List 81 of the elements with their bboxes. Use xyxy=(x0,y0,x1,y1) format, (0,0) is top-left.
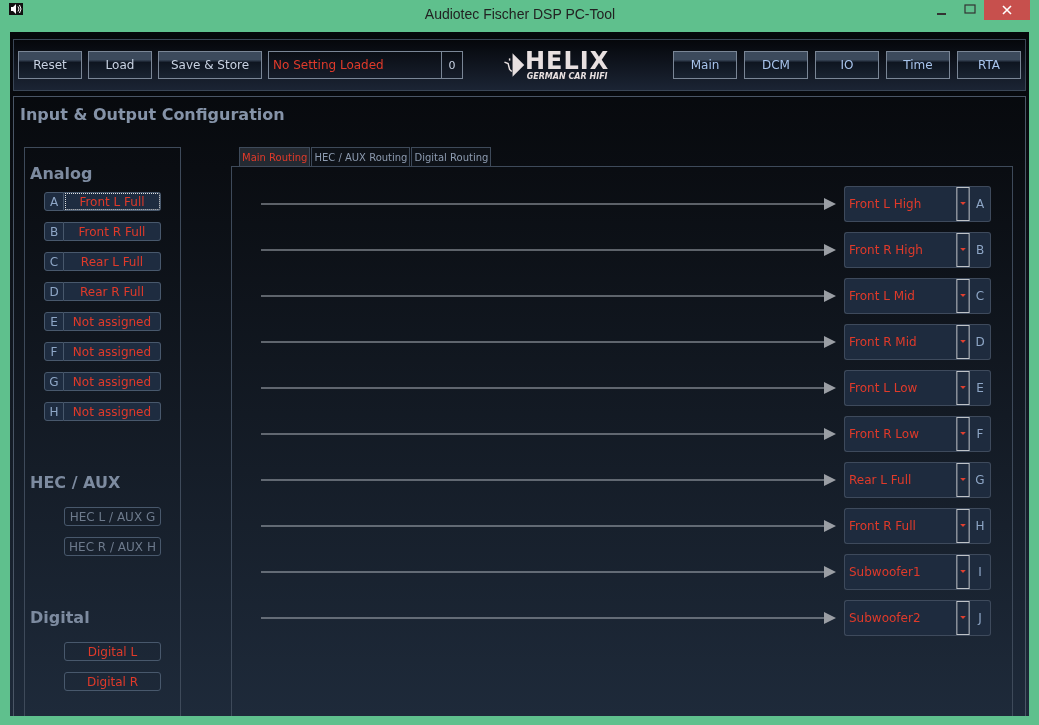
caret-icon[interactable] xyxy=(956,325,970,359)
routing-tab[interactable]: HEC / AUX Routing xyxy=(311,147,411,166)
input-button[interactable]: Front R Full xyxy=(64,222,161,241)
toolbar-button[interactable]: Reset xyxy=(18,51,82,79)
input-letter: E xyxy=(44,312,64,331)
input-button[interactable]: Rear R Full xyxy=(64,282,161,301)
caret-icon[interactable] xyxy=(956,555,970,589)
output-channel: A xyxy=(970,186,991,222)
output-source-dropdown[interactable]: Front R Low xyxy=(844,416,970,452)
setting-number: 0 xyxy=(441,52,462,78)
brand-tagline: GERMAN CAR HIFI xyxy=(526,73,608,81)
input-letter: F xyxy=(44,342,64,361)
output-source-dropdown[interactable]: Subwoofer1 xyxy=(844,554,970,590)
arrow-icon xyxy=(261,336,837,348)
output-channel: G xyxy=(970,462,991,498)
group-heading: Digital xyxy=(29,608,91,629)
output-source-dropdown[interactable]: Front L Low xyxy=(844,370,970,406)
input-button[interactable]: Not assigned xyxy=(64,312,161,331)
caret-icon[interactable] xyxy=(956,371,970,405)
input-button[interactable]: Not assigned xyxy=(64,342,161,361)
input-letter: G xyxy=(44,372,64,391)
input-button[interactable]: Digital L xyxy=(64,642,161,661)
window-title: Audiotec Fischer DSP PC-Tool xyxy=(423,6,617,22)
arrow-icon xyxy=(261,382,837,394)
close-icon[interactable] xyxy=(984,0,1030,20)
view-button[interactable]: RTA xyxy=(957,51,1021,79)
group-heading: HEC / AUX xyxy=(29,473,122,494)
view-button[interactable]: Time xyxy=(886,51,950,79)
arrow-icon xyxy=(261,474,837,486)
arrow-icon xyxy=(261,244,837,256)
page-title: Input & Output Configuration xyxy=(19,104,286,126)
output-source-dropdown[interactable]: Front R High xyxy=(844,232,970,268)
input-letter: H xyxy=(44,402,64,421)
caret-icon[interactable] xyxy=(956,509,970,543)
routing-tab[interactable]: Main Routing xyxy=(239,147,311,166)
input-button[interactable]: Digital R xyxy=(64,672,161,691)
caret-icon[interactable] xyxy=(956,463,970,497)
output-source-dropdown[interactable]: Front R Mid xyxy=(844,324,970,360)
output-source-dropdown[interactable]: Front L Mid xyxy=(844,278,970,314)
arrow-icon xyxy=(261,290,837,302)
logo-icon xyxy=(503,51,525,79)
input-button[interactable]: Not assigned xyxy=(64,372,161,391)
arrow-icon xyxy=(261,566,837,578)
input-button[interactable]: Rear L Full xyxy=(64,252,161,271)
input-letter: C xyxy=(44,252,64,271)
arrow-icon xyxy=(261,612,837,624)
output-source-dropdown[interactable]: Subwoofer2 xyxy=(844,600,970,636)
output-channel: F xyxy=(970,416,991,452)
output-channel: B xyxy=(970,232,991,268)
group-heading: Analog xyxy=(29,164,94,185)
caret-icon[interactable] xyxy=(956,279,970,313)
input-button[interactable]: Front L Full xyxy=(64,192,161,211)
speaker-icon[interactable] xyxy=(9,3,23,15)
output-channel: D xyxy=(970,324,991,360)
arrow-icon xyxy=(261,428,837,440)
routing-tab[interactable]: Digital Routing xyxy=(411,147,492,166)
output-source-dropdown[interactable]: Front R Full xyxy=(844,508,970,544)
toolbar-button[interactable]: Load xyxy=(88,51,152,79)
input-letter: B xyxy=(44,222,64,241)
output-channel: C xyxy=(970,278,991,314)
view-button[interactable]: Main xyxy=(673,51,737,79)
caret-icon[interactable] xyxy=(956,233,970,267)
setting-name: No Setting Loaded xyxy=(272,57,385,74)
output-source-dropdown[interactable]: Rear L Full xyxy=(844,462,970,498)
output-source-dropdown[interactable]: Front L High xyxy=(844,186,970,222)
caret-icon[interactable] xyxy=(956,417,970,451)
caret-icon[interactable] xyxy=(956,601,970,635)
view-button[interactable]: DCM xyxy=(744,51,808,79)
output-channel: H xyxy=(970,508,991,544)
output-channel: J xyxy=(970,600,991,636)
output-channel: E xyxy=(970,370,991,406)
toolbar-button[interactable]: Save & Store xyxy=(158,51,262,79)
input-button[interactable]: Not assigned xyxy=(64,402,161,421)
brand-name: HELIX xyxy=(525,49,610,73)
caret-icon[interactable] xyxy=(956,187,970,221)
arrow-icon xyxy=(261,520,837,532)
output-channel: I xyxy=(970,554,991,590)
input-letter: D xyxy=(44,282,64,301)
view-button[interactable]: IO xyxy=(815,51,879,79)
arrow-icon xyxy=(261,198,837,210)
input-letter: A xyxy=(44,192,64,211)
